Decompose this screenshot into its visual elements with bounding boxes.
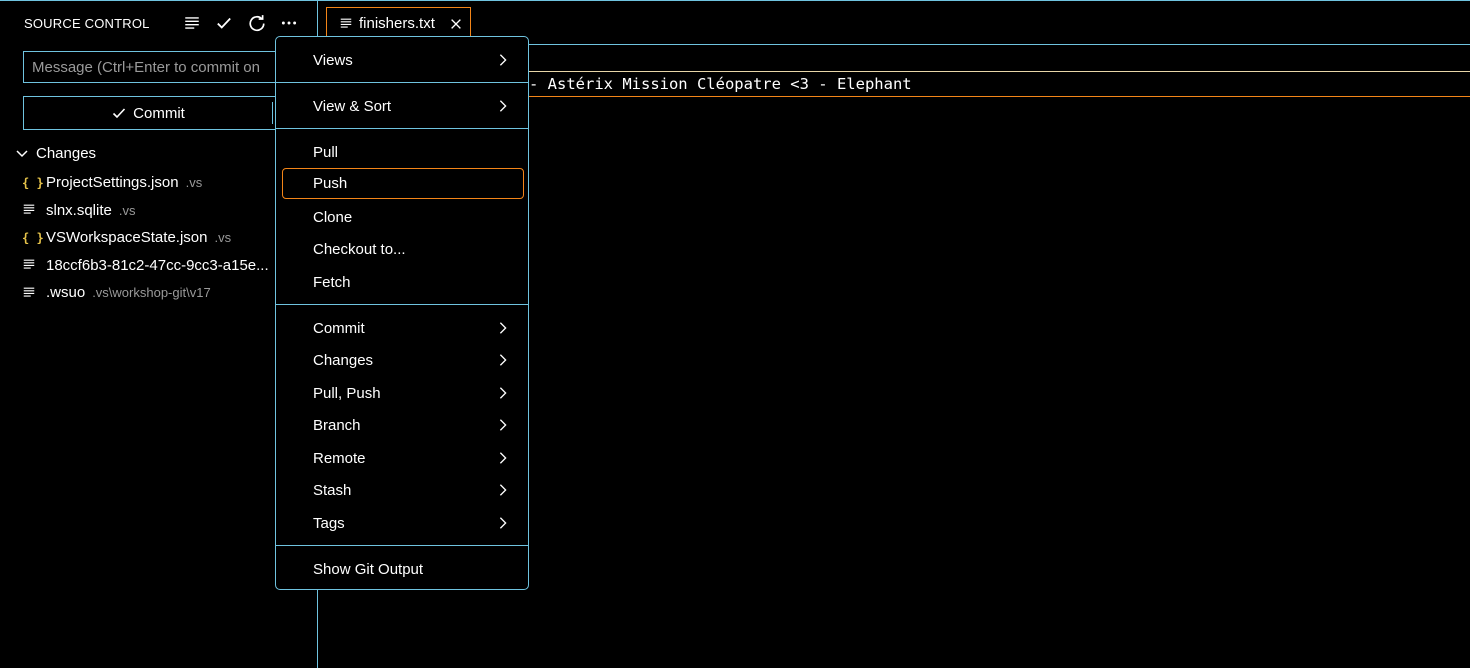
list-item[interactable]: { } VSWorkspaceState.json .vs (22, 224, 312, 252)
more-actions-icon[interactable] (278, 11, 300, 35)
menu-item-stash[interactable]: Stash (282, 475, 524, 506)
tab-label: finishers.txt (359, 15, 435, 32)
file-name: VSWorkspaceState.json (46, 229, 208, 247)
file-text-icon (22, 286, 40, 300)
checkmark-icon[interactable] (213, 11, 235, 35)
menu-item-label: View & Sort (313, 98, 392, 115)
menu-item-remote[interactable]: Remote (282, 443, 524, 474)
file-name: 18ccf6b3-81c2-47cc-9cc3-a15e... (46, 256, 269, 274)
menu-item-label: Pull, Push (313, 385, 381, 402)
menu-item-label: Fetch (313, 274, 351, 291)
menu-separator (276, 304, 528, 305)
commit-button[interactable]: Commit (23, 96, 313, 130)
source-control-more-actions-menu: Views View & Sort Pull Push Clone Checko… (275, 36, 529, 590)
menu-item-show-git-output[interactable]: Show Git Output (282, 554, 524, 585)
file-name: slnx.sqlite (46, 201, 112, 219)
chevron-right-icon (499, 54, 507, 66)
list-item[interactable]: slnx.sqlite .vs (22, 197, 312, 225)
file-text-icon (22, 258, 40, 272)
menu-item-pull[interactable]: Pull (282, 137, 524, 168)
menu-item-fetch[interactable]: Fetch (282, 267, 524, 298)
menu-item-label: Pull (313, 144, 339, 161)
chevron-right-icon (499, 419, 507, 431)
menu-item-label: Push (313, 175, 348, 192)
changes-group-header[interactable]: Changes (14, 142, 96, 164)
menu-item-pull-push[interactable]: Pull, Push (282, 378, 524, 409)
list-item[interactable]: .wsuo .vs\workshop-git\v17 (22, 279, 312, 307)
menu-item-branch[interactable]: Branch (282, 410, 524, 441)
menu-item-label: Commit (313, 320, 365, 337)
menu-item-label: Show Git Output (313, 561, 424, 578)
editor-line-text: - Astérix Mission Cléopatre <3 - Elephan… (529, 75, 912, 93)
view-as-list-icon[interactable] (181, 11, 203, 35)
menu-separator (276, 545, 528, 546)
check-icon (113, 108, 126, 119)
changes-group-label: Changes (36, 144, 97, 162)
chevron-right-icon (499, 322, 507, 334)
menu-item-label: Stash (313, 482, 352, 499)
commit-message-input[interactable] (23, 51, 313, 83)
commit-button-label: Commit (133, 104, 185, 122)
source-control-header: SOURCE CONTROL (0, 1, 318, 45)
file-directory: .vs (214, 230, 232, 246)
menu-item-tags[interactable]: Tags (282, 508, 524, 539)
source-control-sidebar: SOURCE CONTROL Commit Changes { } Projec… (0, 0, 318, 668)
chevron-down-icon (16, 150, 28, 158)
chevron-right-icon (499, 484, 507, 496)
menu-item-label: Changes (313, 352, 374, 369)
file-text-icon (22, 203, 40, 217)
file-name: ProjectSettings.json (46, 174, 179, 192)
close-icon[interactable] (447, 15, 465, 33)
menu-item-label: Views (313, 52, 353, 69)
file-text-icon (340, 18, 352, 28)
menu-item-push[interactable]: Push (282, 168, 524, 199)
list-item[interactable]: 18ccf6b3-81c2-47cc-9cc3-a15e... (22, 252, 312, 280)
menu-separator (276, 82, 528, 83)
json-icon: { } (22, 230, 44, 245)
menu-item-label: Remote (313, 450, 366, 467)
menu-item-label: Checkout to... (313, 241, 406, 258)
chevron-right-icon (499, 452, 507, 464)
chevron-right-icon (499, 387, 507, 399)
refresh-icon[interactable] (246, 11, 268, 35)
chevron-right-icon (499, 517, 507, 529)
menu-item-label: Tags (313, 515, 345, 532)
menu-item-view-and-sort[interactable]: View & Sort (282, 91, 524, 122)
menu-item-changes[interactable]: Changes (282, 345, 524, 376)
json-icon: { } (22, 175, 44, 190)
commit-button-divider (272, 102, 273, 124)
menu-item-label: Clone (313, 209, 353, 226)
menu-separator (276, 128, 528, 129)
menu-item-checkout-to[interactable]: Checkout to... (282, 234, 524, 265)
file-directory: .vs (185, 175, 203, 191)
menu-item-label: Branch (313, 417, 361, 434)
file-directory: .vs (118, 202, 136, 218)
menu-item-views[interactable]: Views (282, 45, 524, 76)
commit-main-action[interactable]: Commit (24, 97, 272, 129)
file-directory: .vs\workshop-git\v17 (92, 285, 211, 301)
list-item[interactable]: { } ProjectSettings.json .vs (22, 169, 312, 197)
source-control-title: SOURCE CONTROL (24, 16, 150, 31)
menu-item-commit[interactable]: Commit (282, 313, 524, 344)
chevron-right-icon (499, 100, 507, 112)
file-name: .wsuo (46, 284, 86, 302)
chevron-right-icon (499, 354, 507, 366)
changed-files-list: { } ProjectSettings.json .vs slnx.sqlite… (22, 169, 312, 307)
menu-item-clone[interactable]: Clone (282, 202, 524, 233)
